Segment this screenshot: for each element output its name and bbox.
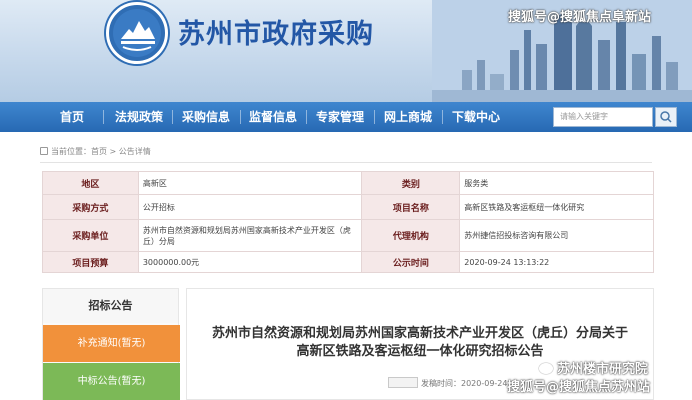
- nav-divider: [374, 110, 375, 124]
- region-value: 高新区: [137, 171, 363, 195]
- table-row: 采购方式 公开招标 项目名称 高新区铁路及客运枢纽一体化研究: [42, 194, 654, 220]
- home-icon: [40, 147, 48, 155]
- budget-value: 3000000.00元: [137, 251, 363, 273]
- project-label: 项目名称: [361, 194, 461, 220]
- nav-divider: [442, 110, 443, 124]
- publish-time-label: 公示时间: [361, 251, 461, 273]
- tab-award-notice[interactable]: 中标公告(暂无): [43, 363, 180, 400]
- nav-item-online-mall[interactable]: 网上商城: [377, 102, 439, 132]
- release-date: 发稿时间：2020-09-24: [388, 377, 508, 389]
- notice-sidebar: 招标公告 补充通知(暂无) 中标公告(暂无): [42, 288, 180, 400]
- watermark-top: 搜狐号@搜狐焦点阜新站: [508, 10, 652, 25]
- watermark-middle: 苏州楼市研究院: [539, 358, 648, 377]
- table-row: 项目预算 3000000.00元 公示时间 2020-09-24 13:13:2…: [42, 251, 654, 273]
- search-input[interactable]: 请输入关键字: [553, 107, 653, 127]
- tab-supplement-notice[interactable]: 补充通知(暂无): [43, 325, 180, 362]
- buyer-label: 采购单位: [42, 219, 139, 252]
- header-banner: 苏州市政府采购 搜狐号@搜狐焦点阜新站: [0, 0, 692, 102]
- sidebar-title[interactable]: 招标公告: [43, 289, 178, 323]
- notice-title: 苏州市自然资源和规划局苏州国家高新技术产业开发区（虎丘）分局关于 高新区铁路及客…: [186, 325, 654, 361]
- budget-label: 项目预算: [42, 251, 139, 273]
- notice-title-line1: 苏州市自然资源和规划局苏州国家高新技术产业开发区（虎丘）分局关于: [211, 326, 628, 341]
- government-emblem-logo: [106, 2, 168, 64]
- nav-divider: [103, 110, 104, 124]
- nav-item-procurement-info[interactable]: 采购信息: [175, 102, 237, 132]
- release-date-marker: [388, 377, 418, 388]
- agent-value: 苏州捷信招投标咨询有限公司: [459, 219, 654, 252]
- method-value: 公开招标: [137, 194, 363, 220]
- nav-item-policy[interactable]: 法规政策: [108, 102, 170, 132]
- search-button[interactable]: [655, 107, 677, 127]
- publish-time-value: 2020-09-24 13:13:22: [459, 251, 654, 273]
- wechat-icon: [539, 363, 553, 374]
- nav-divider: [240, 110, 241, 124]
- divider: [40, 162, 652, 163]
- buyer-value: 苏州市自然资源和规划局苏州国家高新技术产业开发区（虎丘）分局: [137, 219, 363, 252]
- nav-item-experts[interactable]: 专家管理: [309, 102, 371, 132]
- project-value: 高新区铁路及客运枢纽一体化研究: [459, 194, 654, 220]
- watermark-middle-text: 苏州楼市研究院: [557, 362, 649, 377]
- category-label: 类别: [361, 171, 461, 195]
- breadcrumb: 当前位置：首页 > 公告详情: [40, 146, 151, 157]
- notice-info-table: 地区 高新区 类别 服务类 采购方式 公开招标 项目名称 高新区铁路及客运枢纽一…: [42, 171, 654, 273]
- site-title: 苏州市政府采购: [178, 19, 374, 50]
- nav-divider: [306, 110, 307, 124]
- watermark-bottom: 搜狐号@搜狐焦点苏州站: [507, 380, 651, 395]
- method-label: 采购方式: [42, 194, 139, 220]
- table-row: 采购单位 苏州市自然资源和规划局苏州国家高新技术产业开发区（虎丘）分局 代理机构…: [42, 219, 654, 252]
- nav-item-home[interactable]: 首页: [44, 102, 100, 132]
- region-label: 地区: [42, 171, 139, 195]
- search-icon: [660, 111, 672, 123]
- release-date-text: 发稿时间：2020-09-24: [421, 379, 508, 388]
- nav-item-supervision[interactable]: 监督信息: [243, 102, 303, 132]
- table-row: 地区 高新区 类别 服务类: [42, 171, 654, 195]
- breadcrumb-text[interactable]: 当前位置：首页 > 公告详情: [51, 147, 151, 156]
- agent-label: 代理机构: [361, 219, 461, 252]
- category-value: 服务类: [459, 171, 654, 195]
- nav-divider: [172, 110, 173, 124]
- nav-item-downloads[interactable]: 下载中心: [445, 102, 507, 132]
- page-root: 苏州市政府采购 搜狐号@搜狐焦点阜新站 首页 法规政策 采购信息 监督信息 专家…: [0, 0, 692, 400]
